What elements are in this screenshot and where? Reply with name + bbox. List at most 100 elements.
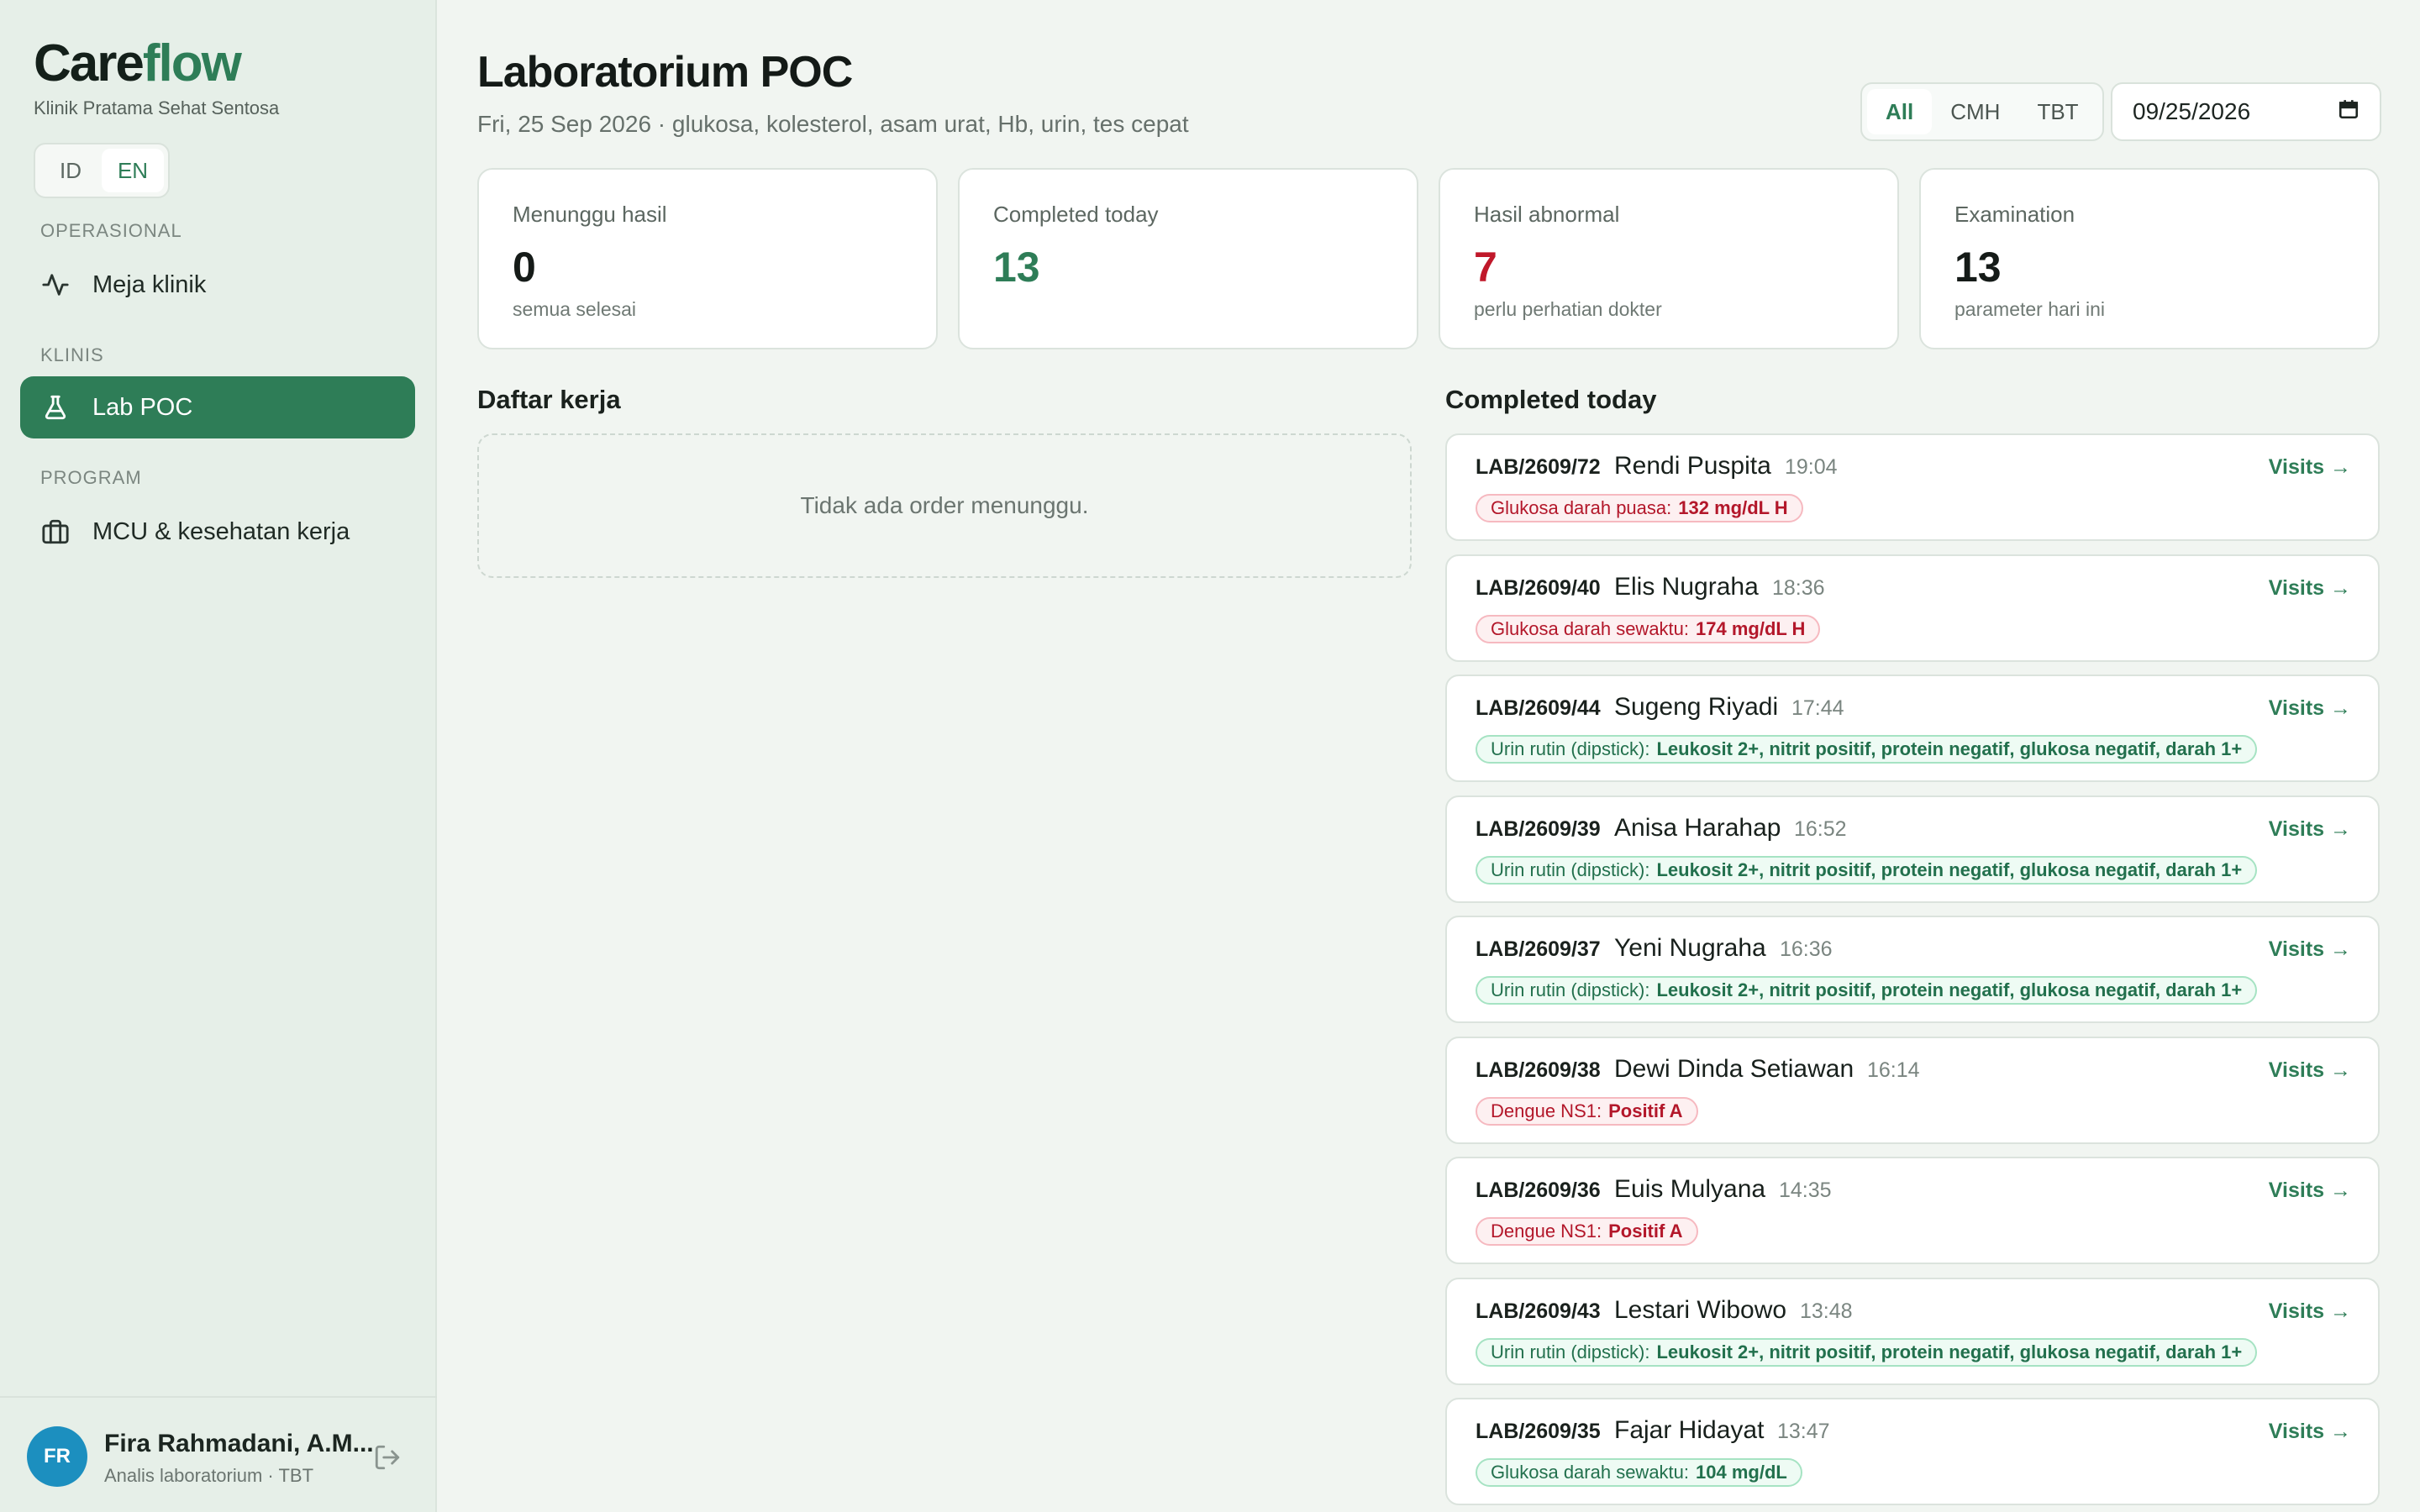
lab-code: LAB/2609/37 [1476, 937, 1601, 961]
test-name: Urin rutin (dipstick): [1491, 858, 1650, 880]
result-pill: Glukosa darah puasa: 132 mg/dL H [1476, 494, 1803, 522]
test-value: Positif A [1608, 1221, 1683, 1242]
result-time: 17:44 [1791, 696, 1844, 720]
filter-all-button[interactable]: All [1867, 89, 1933, 134]
result-card[interactable]: LAB/2609/40 Elis Nugraha 18:36 Visits → Gluk… [1445, 554, 2380, 662]
sidebar: Careflow Klinik Pratama Sehat Sentosa ID… [0, 0, 437, 1512]
user-bar: FR Fira Rahmadani, A.M... Analis laborat… [0, 1396, 437, 1512]
stat-value: 13 [1954, 244, 2002, 291]
calendar-icon[interactable] [2338, 98, 2360, 126]
visits-link[interactable]: Visits → [2269, 1299, 2351, 1324]
result-time: 16:52 [1794, 816, 1847, 841]
visits-link[interactable]: Visits → [2269, 576, 2351, 601]
result-pill: Dengue NS1: Positif A [1476, 1096, 1698, 1126]
result-card[interactable]: LAB/2609/38 Dewi Dinda Setiawan 16:14 Visit… [1445, 1036, 2380, 1144]
avatar[interactable]: FR [27, 1426, 87, 1487]
stat-hint: parameter hari ini [1954, 298, 2105, 320]
briefcase-icon [40, 517, 71, 547]
visits-link[interactable]: Visits → [2269, 1420, 2351, 1444]
result-card[interactable]: LAB/2609/43 Lestari Wibowo 13:48 Visits → Ur… [1445, 1277, 2380, 1385]
patient-name: Rendi Puspita [1614, 452, 1771, 480]
result-pill: Urin rutin (dipstick): Leukosit 2+, nitri… [1476, 735, 2258, 764]
result-card[interactable]: LAB/2609/72 Rendi Puspita 19:04 Visits → Glu… [1445, 433, 2380, 541]
test-value: 132 mg/dL H [1678, 497, 1788, 518]
nav-section-program: PROGRAM [40, 467, 142, 488]
result-card[interactable]: LAB/2609/36 Euis Mulyana 14:35 Visits → Deng… [1445, 1157, 2380, 1264]
lab-code: LAB/2609/72 [1476, 455, 1601, 479]
visits-link[interactable]: Visits → [2269, 455, 2351, 480]
patient-name: Euis Mulyana [1614, 1175, 1766, 1203]
clinic-name: Klinik Pratama Sehat Sentosa [34, 97, 280, 118]
test-value: 104 mg/dL [1696, 1462, 1787, 1483]
test-name: Glukosa darah puasa: [1491, 497, 1672, 518]
lab-code: LAB/2609/35 [1476, 1420, 1601, 1443]
patient-name: Fajar Hidayat [1614, 1416, 1765, 1444]
sidebar-item-mcu[interactable]: MCU & kesehatan kerja [20, 501, 415, 563]
lang-en-button[interactable]: EN [102, 149, 164, 192]
result-time: 13:48 [1800, 1299, 1853, 1323]
lang-id-button[interactable]: ID [39, 149, 102, 192]
stat-label: Examination [1954, 202, 2075, 227]
brand-logo[interactable]: Careflow [34, 34, 242, 93]
logout-icon[interactable] [373, 1443, 402, 1472]
lab-code: LAB/2609/36 [1476, 1179, 1601, 1202]
result-time: 19:04 [1785, 455, 1838, 479]
language-switch: ID EN [34, 143, 170, 198]
result-pill: Glukosa darah sewaktu: 104 mg/dL [1476, 1458, 1802, 1487]
user-name: Fira Rahmadani, A.M... [104, 1430, 374, 1457]
result-card[interactable]: LAB/2609/44 Sugeng Riyadi 17:44 Visits → Uri… [1445, 675, 2380, 782]
patient-name: Dewi Dinda Setiawan [1614, 1054, 1854, 1083]
stat-label: Completed today [993, 202, 1159, 227]
date-value: 09/25/2026 [2133, 98, 2251, 124]
page-subtitle: Fri, 25 Sep 2026 · glukosa, kolesterol, … [477, 111, 1189, 137]
result-pill: Dengue NS1: Positif A [1476, 1217, 1698, 1246]
sidebar-item-lab-poc[interactable]: Lab POC [20, 376, 415, 438]
filter-tbt-button[interactable]: TBT [2018, 89, 2096, 134]
visits-link[interactable]: Visits → [2269, 696, 2351, 721]
result-time: 14:35 [1779, 1179, 1832, 1202]
result-time: 16:14 [1867, 1058, 1920, 1082]
site-filter: All CMH TBT [1860, 82, 2104, 141]
visits-link[interactable]: Visits → [2269, 1179, 2351, 1203]
date-field[interactable]: 09/25/2026 [2111, 82, 2381, 141]
stat-label: Hasil abnormal [1474, 202, 1620, 227]
completed-title: Completed today [1445, 385, 1657, 414]
stat-hint: semua selesai [513, 298, 637, 320]
visits-link[interactable]: Visits → [2269, 817, 2351, 842]
test-value: Leukosit 2+, nitrit positif, protein neg… [1656, 858, 2243, 880]
test-name: Urin rutin (dipstick): [1491, 1341, 1650, 1362]
page-title: Laboratorium POC [477, 48, 853, 97]
patient-name: Anisa Harahap [1614, 813, 1781, 842]
test-name: Glukosa darah sewaktu: [1491, 1462, 1690, 1483]
result-pill: Urin rutin (dipstick): Leukosit 2+, nitri… [1476, 976, 2258, 1005]
lab-code: LAB/2609/40 [1476, 575, 1601, 600]
result-pill: Glukosa darah sewaktu: 174 mg/dL H [1476, 614, 1821, 643]
visits-link[interactable]: Visits → [2269, 937, 2351, 962]
patient-name: Lestari Wibowo [1614, 1295, 1787, 1324]
result-card[interactable]: LAB/2609/35 Fajar Hidayat 13:47 Visits → Glu… [1445, 1398, 2380, 1505]
test-name: Dengue NS1: [1491, 1100, 1602, 1121]
result-card[interactable]: LAB/2609/37 Yeni Nugraha 16:36 Visits → Urin… [1445, 916, 2380, 1023]
worklist-title: Daftar kerja [477, 385, 621, 414]
result-pill: Urin rutin (dipstick): Leukosit 2+, nitri… [1476, 855, 2258, 885]
result-time: 13:47 [1777, 1420, 1830, 1443]
worklist-empty-state: Tidak ada order menunggu. [477, 433, 1412, 578]
nav-section-operasional: OPERASIONAL [40, 220, 182, 241]
flask-icon [40, 392, 71, 423]
sidebar-item-label: MCU & kesehatan kerja [92, 517, 350, 545]
stat-card-completed: Completed today 13 [958, 168, 1418, 349]
lab-code: LAB/2609/38 [1476, 1058, 1601, 1082]
user-role: Analis laboratorium · TBT [104, 1465, 314, 1486]
completed-list: LAB/2609/72 Rendi Puspita 19:04 Visits → Glu… [1445, 433, 2380, 1512]
sidebar-item-meja-klinik[interactable]: Meja klinik [20, 254, 415, 316]
stat-card-pending: Menunggu hasil 0 semua selesai [477, 168, 938, 349]
filter-cmh-button[interactable]: CMH [1932, 89, 2018, 134]
test-value: Leukosit 2+, nitrit positif, protein neg… [1656, 738, 2243, 759]
sidebar-item-label: Lab POC [92, 393, 193, 421]
activity-icon [40, 270, 71, 300]
stat-hint: perlu perhatian dokter [1474, 298, 1662, 320]
stat-label: Menunggu hasil [513, 202, 667, 227]
result-card[interactable]: LAB/2609/39 Anisa Harahap 16:52 Visits → Uri… [1445, 795, 2380, 903]
visits-link[interactable]: Visits → [2269, 1058, 2351, 1083]
result-time: 18:36 [1772, 575, 1825, 600]
